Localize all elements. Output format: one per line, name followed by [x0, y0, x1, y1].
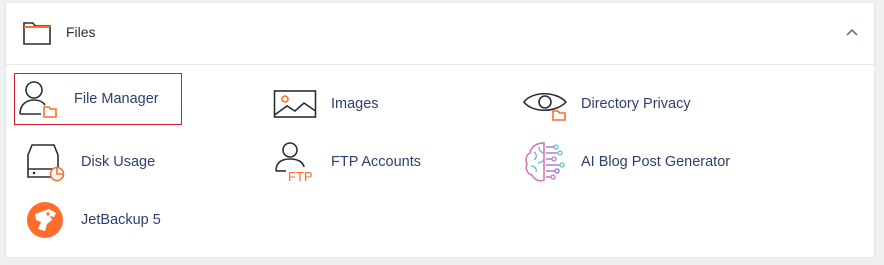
user-ftp-icon: FTP: [272, 139, 318, 185]
files-panel: Files File Manager Images Directory Priv…: [5, 2, 875, 258]
eye-folder-icon: [522, 81, 568, 127]
item-label: FTP Accounts: [331, 154, 421, 170]
image-icon: [272, 81, 318, 127]
ai-blog-post-generator-link[interactable]: AI Blog Post Generator: [522, 137, 730, 187]
item-label: File Manager: [74, 91, 159, 107]
user-folder-icon: [15, 76, 61, 122]
item-label: Directory Privacy: [581, 96, 691, 112]
item-label: AI Blog Post Generator: [581, 154, 731, 170]
folder-icon: [23, 22, 51, 45]
ftp-badge: FTP: [288, 169, 313, 183]
file-manager-link[interactable]: File Manager: [14, 73, 182, 125]
ai-brain-icon: [522, 139, 568, 185]
images-link[interactable]: Images: [272, 79, 379, 129]
directory-privacy-link[interactable]: Directory Privacy: [522, 79, 691, 129]
jetbackup-5-link[interactable]: JetBackup 5: [22, 195, 161, 245]
section-title: Files: [66, 24, 96, 40]
ftp-accounts-link[interactable]: FTP FTP Accounts: [272, 137, 421, 187]
panel-header[interactable]: Files: [6, 3, 874, 65]
item-label: JetBackup 5: [81, 212, 161, 228]
disk-chart-icon: [22, 139, 68, 185]
item-label: Images: [331, 96, 379, 112]
disk-usage-link[interactable]: Disk Usage: [22, 137, 155, 187]
jetbackup-logo-icon: [22, 197, 68, 243]
chevron-up-icon[interactable]: [844, 25, 860, 41]
item-label: Disk Usage: [81, 154, 156, 170]
